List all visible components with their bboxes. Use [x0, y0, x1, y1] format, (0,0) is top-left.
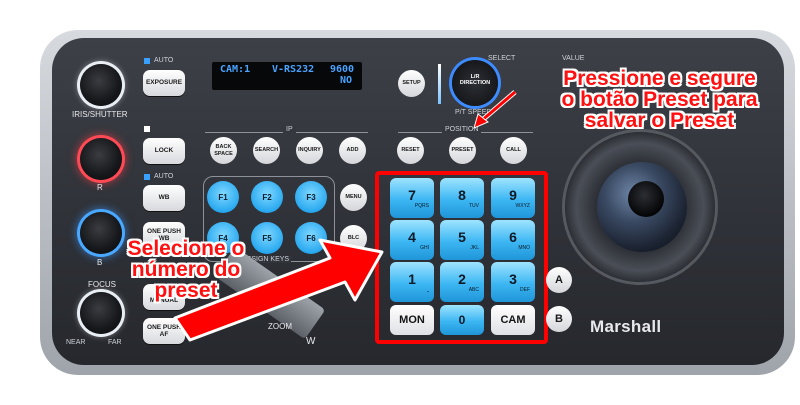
preset-instruction-line3: salvar o Preset	[584, 109, 735, 132]
keypad-instruction: Selecione o número do preset	[96, 238, 276, 301]
preset-instruction-line1: Pressione e segure	[563, 67, 756, 90]
keypad-instruction-line2: número do	[131, 258, 241, 281]
keypad-instruction-line3: preset	[154, 279, 218, 302]
annotation-arrows	[173, 90, 517, 342]
preset-instruction-line2: o botão Preset para	[561, 88, 758, 111]
preset-arrow-icon	[473, 90, 517, 129]
preset-instruction: Pressione e segure o botão Preset para s…	[522, 68, 797, 131]
keypad-instruction-line1: Selecione o	[127, 237, 245, 260]
